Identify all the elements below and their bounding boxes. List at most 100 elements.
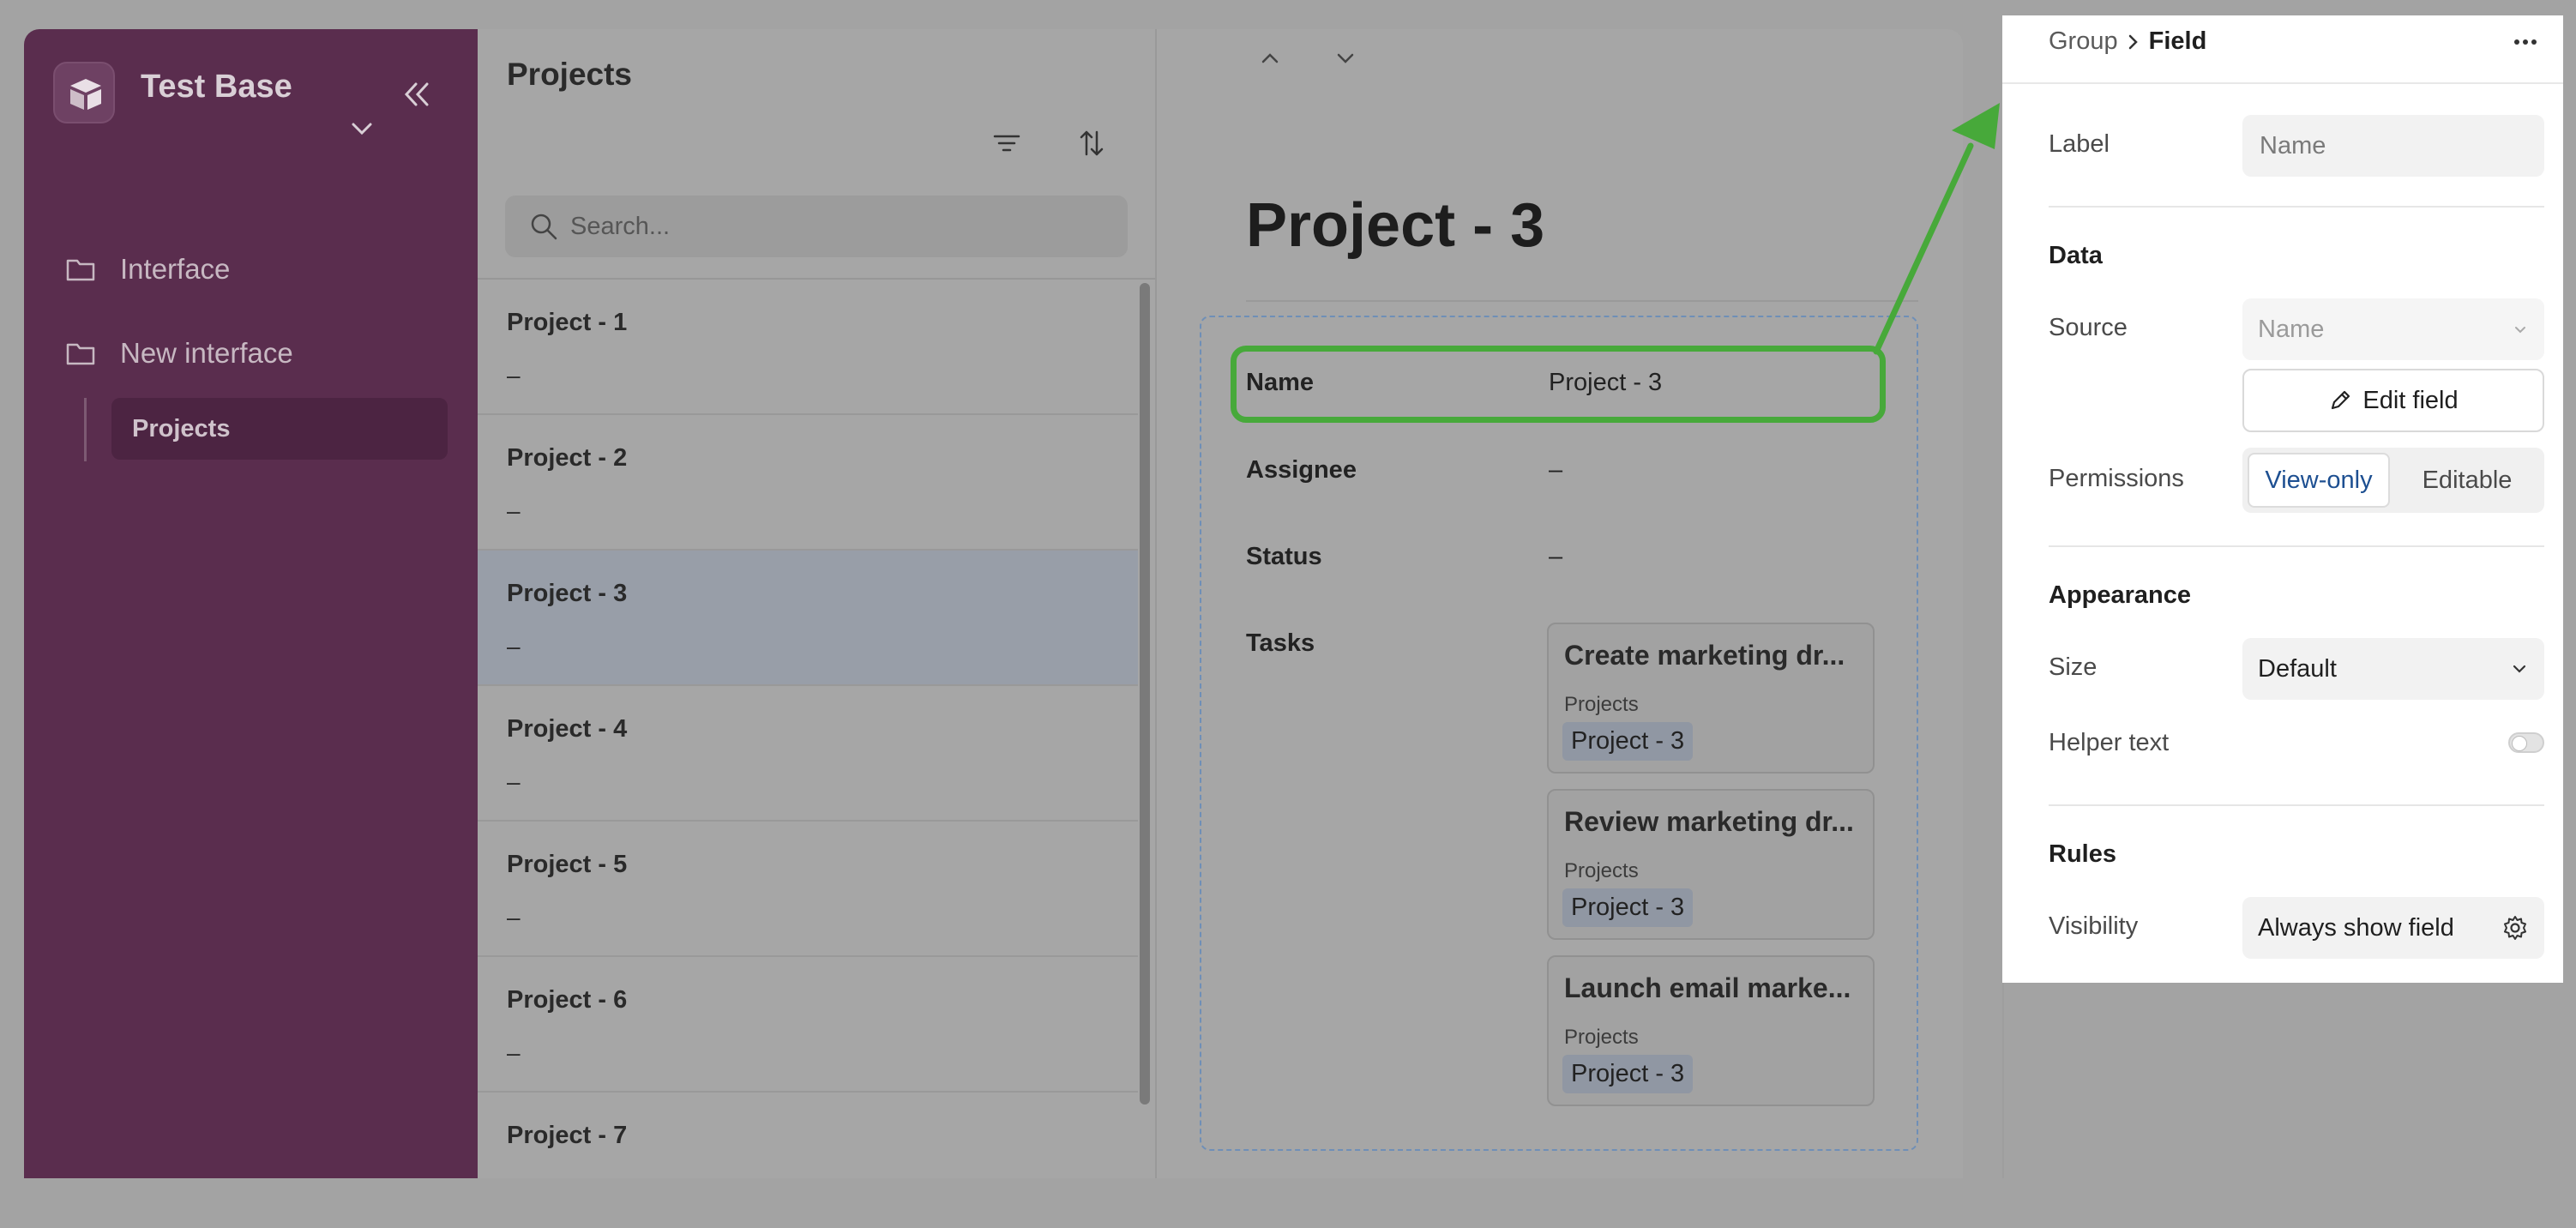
list-item-sub: – (507, 497, 521, 524)
sidebar: Test Base Interface New interface Projec… (24, 29, 478, 1178)
section-divider (2049, 804, 2544, 806)
list-item[interactable]: Project - 1 – (478, 280, 1138, 415)
list-item-selected[interactable]: Project - 3 – (478, 551, 1138, 686)
size-label: Size (2049, 653, 2098, 681)
list-item-name: Project - 3 (507, 580, 628, 607)
sidebar-item-projects[interactable]: Projects (111, 398, 448, 460)
visibility-value: Always show field (2258, 913, 2454, 942)
task-name: Review marketing dr... (1564, 806, 1854, 837)
section-title-rules: Rules (2049, 840, 2116, 868)
chevron-up-icon (1261, 53, 1279, 63)
sidebar-item-label: New interface (120, 337, 293, 369)
base-logo[interactable] (53, 62, 115, 123)
task-table: Projects (1564, 1026, 1639, 1049)
list-item-name: Project - 5 (507, 851, 628, 878)
list-item[interactable]: Project - 5 – (478, 822, 1138, 957)
folder-icon (66, 343, 95, 365)
search-box[interactable] (505, 196, 1128, 257)
list-item-sub: – (507, 768, 521, 795)
label-label: Label (2049, 130, 2110, 158)
ellipsis-icon (2514, 39, 2537, 45)
filter-button[interactable] (992, 132, 1021, 154)
visibility-label: Visibility (2049, 912, 2139, 940)
list-item-sub: – (507, 362, 521, 388)
sidebar-item-new-interface[interactable]: New interface (65, 328, 442, 379)
field-label-assignee: Assignee (1246, 456, 1357, 484)
sidebar-item-label: Interface (120, 253, 231, 285)
base-name[interactable]: Test Base (141, 69, 292, 105)
permission-editable-option[interactable]: Editable (2395, 453, 2539, 508)
list-item[interactable]: Project - 6 – (478, 957, 1138, 1093)
list-item-name: Project - 2 (507, 444, 628, 472)
task-card[interactable]: Review marketing dr... Projects Project … (1547, 789, 1875, 940)
label-field[interactable] (2242, 115, 2544, 177)
section-title-appearance: Appearance (2049, 581, 2192, 609)
chevron-down-icon (1337, 53, 1354, 63)
record-list: Project - 1 – Project - 2 – Project - 3 … (478, 280, 1138, 1228)
panel-header-divider (2002, 82, 2563, 84)
sidebar-item-interface[interactable]: Interface (65, 244, 442, 295)
annotation-arrow (1873, 103, 2000, 355)
list-item[interactable]: Project - 7 (478, 1093, 1138, 1228)
filter-icon (993, 135, 1020, 152)
sort-button[interactable] (1078, 129, 1105, 158)
permissions-label: Permissions (2049, 465, 2184, 492)
field-properties-panel: Group Field Label Data Source Name Edit … (2002, 15, 2563, 983)
source-label: Source (2049, 314, 2128, 341)
list-item-name: Project - 1 (507, 309, 628, 336)
size-select[interactable]: Default (2242, 638, 2544, 700)
gear-icon (2504, 916, 2526, 940)
chevron-right-icon (2128, 34, 2138, 49)
label-input[interactable] (2258, 130, 2519, 161)
breadcrumb-group[interactable]: Group (2049, 27, 2118, 56)
section-divider (2049, 545, 2544, 547)
task-name: Create marketing dr... (1564, 640, 1845, 671)
field-label-status: Status (1246, 543, 1322, 570)
section-title-data: Data (2049, 242, 2103, 269)
title-divider (1246, 300, 1918, 302)
task-linked-record-chip[interactable]: Project - 3 (1562, 1055, 1694, 1093)
list-item-sub: – (507, 1039, 521, 1066)
task-linked-record-chip[interactable]: Project - 3 (1562, 722, 1694, 761)
list-item-name: Project - 7 (507, 1122, 628, 1149)
permission-view-only-option[interactable]: View-only (2248, 453, 2390, 508)
record-list-panel: Projects Project - 1 – Project - 2 – Pro… (478, 29, 1157, 1178)
list-item-name: Project - 4 (507, 715, 628, 743)
task-card[interactable]: Launch email marke... Projects Project -… (1547, 955, 1875, 1106)
record-title: Project - 3 (1246, 191, 1545, 260)
list-item-sub: – (507, 904, 521, 930)
highlight-box (1231, 346, 1886, 423)
next-record-button[interactable] (1333, 46, 1357, 70)
visibility-select[interactable]: Always show field (2242, 897, 2544, 959)
task-table: Projects (1564, 859, 1639, 882)
field-label-tasks: Tasks (1246, 629, 1315, 657)
list-item[interactable]: Project - 4 – (478, 686, 1138, 822)
edit-field-label: Edit field (2362, 386, 2459, 414)
size-value: Default (2258, 654, 2337, 683)
more-options-button[interactable] (2513, 38, 2537, 46)
edit-field-button[interactable]: Edit field (2242, 369, 2544, 432)
breadcrumb-field: Field (2148, 27, 2207, 55)
list-item-name: Project - 6 (507, 986, 628, 1014)
task-name: Launch email marke... (1564, 972, 1851, 1003)
section-divider (2049, 206, 2544, 208)
list-title: Projects (507, 57, 633, 92)
nav-tree-line (84, 398, 87, 461)
search-input[interactable] (569, 211, 1086, 242)
folder-icon (66, 259, 95, 281)
source-select[interactable]: Name (2242, 298, 2544, 360)
chevron-down-icon (2515, 327, 2525, 334)
helper-text-label: Helper text (2049, 729, 2170, 756)
list-scrollbar[interactable] (1140, 283, 1150, 1105)
cube-icon (70, 79, 101, 110)
chevron-down-icon[interactable] (350, 120, 374, 137)
task-linked-record-chip[interactable]: Project - 3 (1562, 888, 1694, 927)
list-item-sub: – (507, 633, 521, 659)
collapse-sidebar-button[interactable] (401, 81, 432, 108)
list-item[interactable]: Project - 2 – (478, 415, 1138, 551)
pencil-icon (2332, 390, 2350, 410)
helper-text-toggle[interactable] (2508, 732, 2544, 753)
permissions-toggle: View-only Editable (2242, 448, 2544, 513)
task-card[interactable]: Create marketing dr... Projects Project … (1547, 623, 1875, 774)
previous-record-button[interactable] (1258, 46, 1282, 70)
